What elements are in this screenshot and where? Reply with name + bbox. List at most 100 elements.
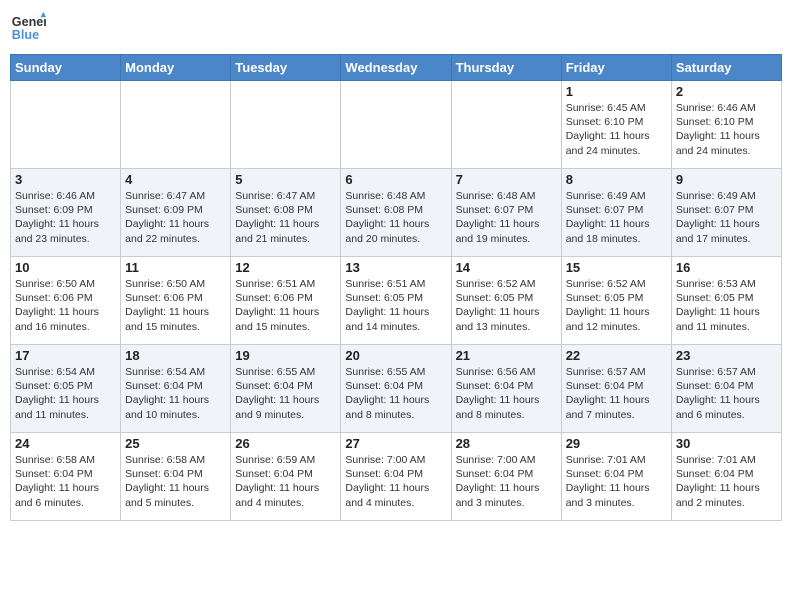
calendar-day-cell <box>11 81 121 169</box>
calendar-day-cell: 24 Sunrise: 6:58 AM Sunset: 6:04 PM Dayli… <box>11 433 121 521</box>
calendar-day-cell: 8 Sunrise: 6:49 AM Sunset: 6:07 PM Daylig… <box>561 169 671 257</box>
day-number: 19 <box>235 348 336 363</box>
day-number: 15 <box>566 260 667 275</box>
calendar-day-cell <box>451 81 561 169</box>
calendar-day-cell: 21 Sunrise: 6:56 AM Sunset: 6:04 PM Dayli… <box>451 345 561 433</box>
day-number: 3 <box>15 172 116 187</box>
calendar-day-cell: 7 Sunrise: 6:48 AM Sunset: 6:07 PM Daylig… <box>451 169 561 257</box>
day-info: Sunrise: 6:46 AM Sunset: 6:10 PM Dayligh… <box>676 101 777 158</box>
calendar-day-cell: 11 Sunrise: 6:50 AM Sunset: 6:06 PM Dayli… <box>121 257 231 345</box>
calendar-day-cell <box>231 81 341 169</box>
calendar-day-cell <box>121 81 231 169</box>
calendar-week-row: 3 Sunrise: 6:46 AM Sunset: 6:09 PM Daylig… <box>11 169 782 257</box>
day-number: 12 <box>235 260 336 275</box>
calendar-day-cell: 26Sunrise: 6:59 AM Sunset: 6:04 PM Dayli… <box>231 433 341 521</box>
calendar-week-row: 10 Sunrise: 6:50 AM Sunset: 6:06 PM Dayli… <box>11 257 782 345</box>
day-info: Sunrise: 6:59 AM Sunset: 6:04 PM Dayligh… <box>235 453 336 510</box>
day-info: Sunrise: 6:54 AM Sunset: 6:05 PM Dayligh… <box>15 365 116 422</box>
day-number: 30 <box>676 436 777 451</box>
calendar-day-cell: 2 Sunrise: 6:46 AM Sunset: 6:10 PM Daylig… <box>671 81 781 169</box>
day-number: 21 <box>456 348 557 363</box>
day-number: 5 <box>235 172 336 187</box>
day-info: Sunrise: 6:55 AM Sunset: 6:04 PM Dayligh… <box>345 365 446 422</box>
day-info: Sunrise: 6:49 AM Sunset: 6:07 PM Dayligh… <box>566 189 667 246</box>
day-info: Sunrise: 6:57 AM Sunset: 6:04 PM Dayligh… <box>566 365 667 422</box>
calendar-day-cell: 13 Sunrise: 6:51 AM Sunset: 6:05 PM Dayli… <box>341 257 451 345</box>
day-info: Sunrise: 7:01 AM Sunset: 6:04 PM Dayligh… <box>676 453 777 510</box>
calendar-week-row: 24 Sunrise: 6:58 AM Sunset: 6:04 PM Dayli… <box>11 433 782 521</box>
day-number: 13 <box>345 260 446 275</box>
day-number: 24 <box>15 436 116 451</box>
calendar-day-cell: 12 Sunrise: 6:51 AM Sunset: 6:06 PM Dayli… <box>231 257 341 345</box>
day-number: 6 <box>345 172 446 187</box>
day-number: 11 <box>125 260 226 275</box>
day-number: 29 <box>566 436 667 451</box>
calendar-day-cell: 20 Sunrise: 6:55 AM Sunset: 6:04 PM Dayli… <box>341 345 451 433</box>
day-number: 18 <box>125 348 226 363</box>
day-info: Sunrise: 6:58 AM Sunset: 6:04 PM Dayligh… <box>125 453 226 510</box>
day-info: Sunrise: 6:52 AM Sunset: 6:05 PM Dayligh… <box>566 277 667 334</box>
calendar-day-cell: 23 Sunrise: 6:57 AM Sunset: 6:04 PM Dayli… <box>671 345 781 433</box>
calendar-day-cell: 25 Sunrise: 6:58 AM Sunset: 6:04 PM Dayli… <box>121 433 231 521</box>
weekday-header-thursday: Thursday <box>451 55 561 81</box>
calendar-day-cell: 29Sunrise: 7:01 AM Sunset: 6:04 PM Dayli… <box>561 433 671 521</box>
day-info: Sunrise: 6:55 AM Sunset: 6:04 PM Dayligh… <box>235 365 336 422</box>
day-info: Sunrise: 6:46 AM Sunset: 6:09 PM Dayligh… <box>15 189 116 246</box>
calendar-header-row: SundayMondayTuesdayWednesdayThursdayFrid… <box>11 55 782 81</box>
calendar-week-row: 17 Sunrise: 6:54 AM Sunset: 6:05 PM Dayli… <box>11 345 782 433</box>
calendar-day-cell: 18 Sunrise: 6:54 AM Sunset: 6:04 PM Dayli… <box>121 345 231 433</box>
logo-icon: General Blue <box>10 10 46 46</box>
day-number: 4 <box>125 172 226 187</box>
day-info: Sunrise: 6:56 AM Sunset: 6:04 PM Dayligh… <box>456 365 557 422</box>
calendar-day-cell: 6Sunrise: 6:48 AM Sunset: 6:08 PM Daylig… <box>341 169 451 257</box>
day-number: 23 <box>676 348 777 363</box>
day-info: Sunrise: 6:50 AM Sunset: 6:06 PM Dayligh… <box>125 277 226 334</box>
day-number: 10 <box>15 260 116 275</box>
day-number: 17 <box>15 348 116 363</box>
calendar-day-cell: 15 Sunrise: 6:52 AM Sunset: 6:05 PM Dayli… <box>561 257 671 345</box>
calendar-week-row: 1Sunrise: 6:45 AM Sunset: 6:10 PM Daylig… <box>11 81 782 169</box>
calendar-day-cell: 16 Sunrise: 6:53 AM Sunset: 6:05 PM Dayli… <box>671 257 781 345</box>
day-info: Sunrise: 6:45 AM Sunset: 6:10 PM Dayligh… <box>566 101 667 158</box>
day-number: 8 <box>566 172 667 187</box>
day-number: 22 <box>566 348 667 363</box>
day-info: Sunrise: 6:47 AM Sunset: 6:08 PM Dayligh… <box>235 189 336 246</box>
calendar-day-cell: 14 Sunrise: 6:52 AM Sunset: 6:05 PM Dayli… <box>451 257 561 345</box>
day-number: 28 <box>456 436 557 451</box>
day-info: Sunrise: 6:52 AM Sunset: 6:05 PM Dayligh… <box>456 277 557 334</box>
day-info: Sunrise: 6:57 AM Sunset: 6:04 PM Dayligh… <box>676 365 777 422</box>
calendar-day-cell: 9Sunrise: 6:49 AM Sunset: 6:07 PM Daylig… <box>671 169 781 257</box>
calendar-day-cell: 10 Sunrise: 6:50 AM Sunset: 6:06 PM Dayli… <box>11 257 121 345</box>
day-info: Sunrise: 6:51 AM Sunset: 6:05 PM Dayligh… <box>345 277 446 334</box>
day-info: Sunrise: 6:48 AM Sunset: 6:07 PM Dayligh… <box>456 189 557 246</box>
calendar-day-cell: 19 Sunrise: 6:55 AM Sunset: 6:04 PM Dayli… <box>231 345 341 433</box>
calendar-day-cell: 5 Sunrise: 6:47 AM Sunset: 6:08 PM Daylig… <box>231 169 341 257</box>
day-number: 14 <box>456 260 557 275</box>
weekday-header-friday: Friday <box>561 55 671 81</box>
day-number: 2 <box>676 84 777 99</box>
day-info: Sunrise: 6:53 AM Sunset: 6:05 PM Dayligh… <box>676 277 777 334</box>
calendar-day-cell: 22 Sunrise: 6:57 AM Sunset: 6:04 PM Dayli… <box>561 345 671 433</box>
calendar-body: 1Sunrise: 6:45 AM Sunset: 6:10 PM Daylig… <box>11 81 782 521</box>
day-info: Sunrise: 7:00 AM Sunset: 6:04 PM Dayligh… <box>345 453 446 510</box>
weekday-header-saturday: Saturday <box>671 55 781 81</box>
day-number: 7 <box>456 172 557 187</box>
weekday-header-tuesday: Tuesday <box>231 55 341 81</box>
calendar-day-cell: 1Sunrise: 6:45 AM Sunset: 6:10 PM Daylig… <box>561 81 671 169</box>
day-info: Sunrise: 6:54 AM Sunset: 6:04 PM Dayligh… <box>125 365 226 422</box>
svg-text:Blue: Blue <box>12 28 39 42</box>
calendar-table: SundayMondayTuesdayWednesdayThursdayFrid… <box>10 54 782 521</box>
day-number: 9 <box>676 172 777 187</box>
day-number: 27 <box>345 436 446 451</box>
day-info: Sunrise: 6:50 AM Sunset: 6:06 PM Dayligh… <box>15 277 116 334</box>
calendar-day-cell: 17 Sunrise: 6:54 AM Sunset: 6:05 PM Dayli… <box>11 345 121 433</box>
day-info: Sunrise: 6:58 AM Sunset: 6:04 PM Dayligh… <box>15 453 116 510</box>
day-number: 20 <box>345 348 446 363</box>
day-number: 25 <box>125 436 226 451</box>
page-header: General Blue <box>10 10 782 46</box>
logo: General Blue <box>10 10 46 46</box>
weekday-header-monday: Monday <box>121 55 231 81</box>
day-info: Sunrise: 6:51 AM Sunset: 6:06 PM Dayligh… <box>235 277 336 334</box>
day-number: 16 <box>676 260 777 275</box>
calendar-day-cell: 4Sunrise: 6:47 AM Sunset: 6:09 PM Daylig… <box>121 169 231 257</box>
